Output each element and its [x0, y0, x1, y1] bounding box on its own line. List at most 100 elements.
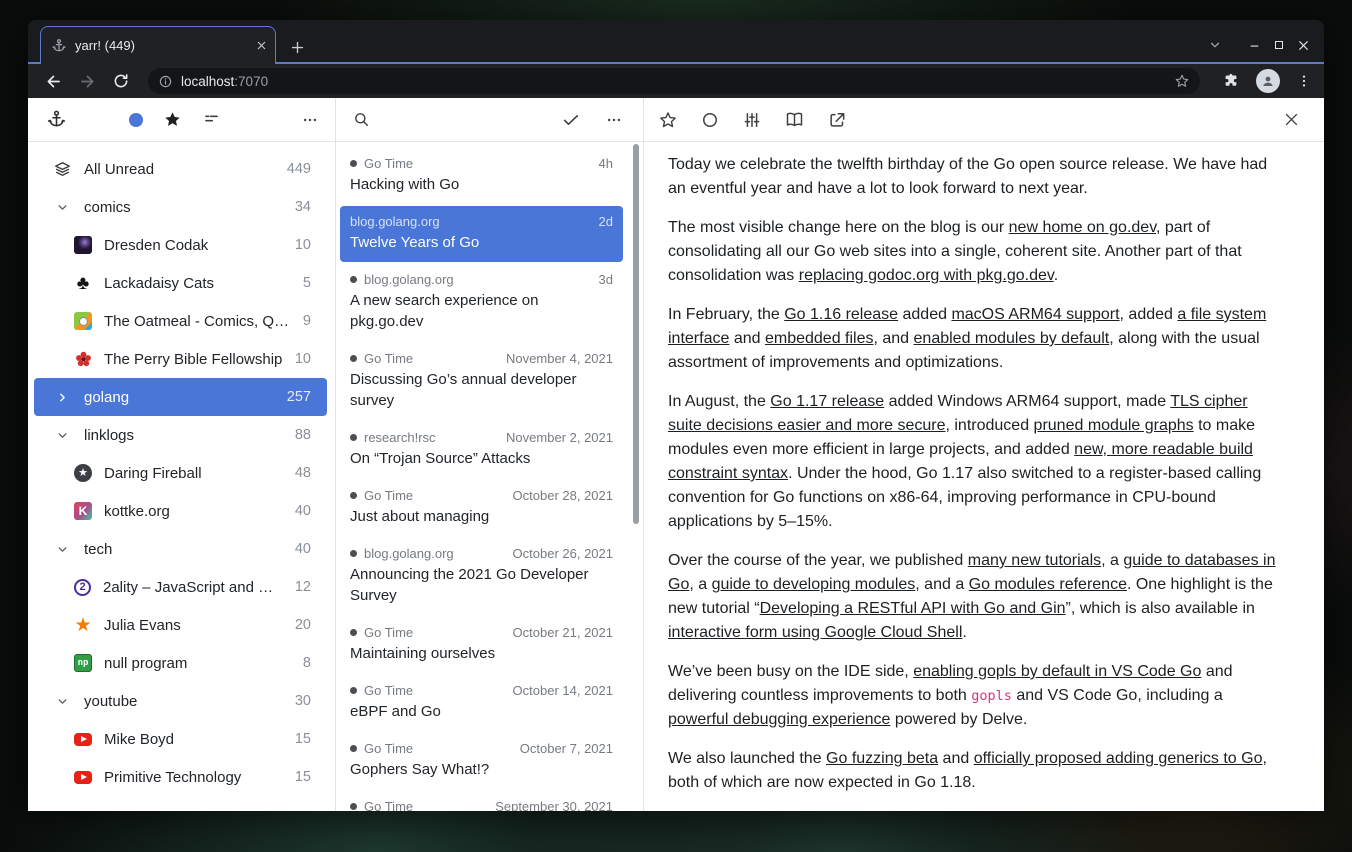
window-close-button[interactable] [1297, 39, 1310, 52]
new-tab-button[interactable] [290, 40, 305, 55]
article-list-item-just-about-managing[interactable]: Go TimeOctober 28, 2021Just about managi… [340, 480, 623, 536]
article-list-column: Go Time4hHacking with Goblog.golang.org2… [336, 98, 644, 811]
article-meta: Go TimeNovember 4, 2021 [350, 351, 613, 366]
article-paragraph: In February, the Go 1.16 release added m… [668, 303, 1278, 375]
article-list-item-twelve-years-of-go[interactable]: blog.golang.org2dTwelve Years of Go [340, 206, 623, 262]
article-list-item-a-new-search-experience-on-pkg-go-dev[interactable]: blog.golang.org3dA new search experience… [340, 264, 623, 341]
article-meta: Go Time4h [350, 156, 613, 171]
article-link[interactable]: replacing godoc.org with pkg.go.dev [799, 267, 1054, 284]
list-menu-icon[interactable] [605, 111, 623, 129]
tab-close-icon[interactable] [256, 40, 267, 51]
sidebar-item-the-perry-bible-fellowship[interactable]: The Perry Bible Fellowship 10 [34, 340, 327, 378]
sidebar-item-golang[interactable]: golang257 [34, 378, 327, 416]
unread-count: 20 [295, 617, 311, 633]
feed-label: kottke.org [104, 503, 285, 520]
article-link[interactable]: Go modules reference [969, 576, 1127, 593]
window-minimize-button[interactable] [1248, 39, 1261, 52]
article-link[interactable]: Go 1.16 release [784, 306, 898, 323]
tab-search-chevron-icon[interactable] [1208, 38, 1222, 52]
sidebar-item-the-oatmeal-comics-quizze[interactable]: The Oatmeal - Comics, Quizze...9 [34, 302, 327, 340]
close-article-icon[interactable] [1283, 111, 1300, 128]
article-link[interactable]: embedded files [765, 330, 874, 347]
unread-count: 88 [295, 427, 311, 443]
article-list-item-on-trojan-source-attacks[interactable]: research!rscNovember 2, 2021On “Trojan S… [340, 422, 623, 478]
article-feed-name: research!rsc [364, 430, 494, 445]
article-list-item-announcing-the-2021-go-developer-survey[interactable]: blog.golang.orgOctober 26, 2021Announcin… [340, 538, 623, 615]
article-link[interactable]: Developing a RESTful API with Go and Gin [760, 600, 1066, 617]
article-list-item-ebpf-and-go[interactable]: Go TimeOctober 14, 2021eBPF and Go [340, 675, 623, 731]
site-info-icon[interactable] [158, 74, 173, 89]
unread-dot [350, 492, 357, 499]
article-text: , introduced [945, 417, 1033, 434]
browser-tab[interactable]: yarr! (449) [40, 26, 276, 64]
unread-dot [350, 434, 357, 441]
favorite-star-icon[interactable] [658, 110, 678, 130]
profile-avatar[interactable] [1256, 69, 1280, 93]
sidebar-item-daring-fireball[interactable]: ★Daring Fireball48 [34, 454, 327, 492]
article-link[interactable]: new home on go.dev [1009, 219, 1156, 236]
article-link[interactable]: enabling gopls by default in VS Code Go [913, 663, 1201, 680]
sidebar-item-julia-evans[interactable]: ★Julia Evans20 [34, 606, 327, 644]
article-link[interactable]: interactive form using Google Cloud Shel… [668, 624, 962, 641]
display-settings-sliders-icon[interactable] [742, 110, 762, 130]
sidebar-item-mike-boyd[interactable]: Mike Boyd15 [34, 720, 327, 758]
sidebar-item-lackadaisy-cats[interactable]: ♣Lackadaisy Cats5 [34, 264, 327, 302]
article-text: We also launched the [668, 750, 826, 767]
sidebar-item-kottke-org[interactable]: Kkottke.org40 [34, 492, 327, 530]
article-link[interactable]: officially proposed adding generics to G… [974, 750, 1263, 767]
bookmark-star-icon[interactable] [1174, 73, 1190, 89]
mark-all-read-check-icon[interactable] [561, 110, 581, 130]
youtube-play-favicon [74, 733, 92, 746]
search-icon[interactable] [352, 110, 371, 129]
article-date: October 26, 2021 [513, 546, 613, 561]
chevron-right-icon[interactable] [52, 391, 72, 404]
open-external-link-icon[interactable] [827, 110, 847, 130]
2ality-circled-2-favicon: 2 [74, 579, 91, 596]
article-link[interactable]: macOS ARM64 support [951, 306, 1119, 323]
article-link[interactable]: Go 1.17 release [770, 393, 884, 410]
filter-all-items-icon[interactable] [202, 110, 221, 129]
article-list-item-maintaining-ourselves[interactable]: Go TimeOctober 21, 2021Maintaining ourse… [340, 617, 623, 673]
sidebar-item-linklogs[interactable]: linklogs88 [34, 416, 327, 454]
reload-button[interactable] [106, 67, 136, 95]
sidebar-menu-icon[interactable] [301, 111, 319, 129]
chevron-down-icon[interactable] [52, 695, 72, 708]
address-bar[interactable]: localhost:7070 [148, 68, 1200, 94]
article-link[interactable]: Go fuzzing beta [826, 750, 938, 767]
sidebar-item-youtube[interactable]: youtube30 [34, 682, 327, 720]
sidebar-item-comics[interactable]: comics34 [34, 188, 327, 226]
article-text: . [1054, 267, 1058, 284]
browser-toolbar: localhost:7070 [28, 64, 1324, 98]
forward-button[interactable] [72, 67, 102, 95]
chevron-down-icon[interactable] [52, 543, 72, 556]
browser-menu-kebab-icon[interactable] [1296, 73, 1312, 89]
feed-label: The Perry Bible Fellowship [104, 351, 285, 368]
article-link[interactable]: enabled modules by default [914, 330, 1110, 347]
article-link[interactable]: powerful debugging experience [668, 711, 890, 728]
reader-view-book-icon[interactable] [784, 109, 805, 130]
article-link[interactable]: pruned module graphs [1034, 417, 1194, 434]
unread-count: 10 [295, 351, 311, 367]
article-list-item-gophers-say-what[interactable]: Go TimeOctober 7, 2021Gophers Say What!? [340, 733, 623, 789]
sidebar-item-dresden-codak[interactable]: Dresden Codak10 [34, 226, 327, 264]
chevron-down-icon[interactable] [52, 429, 72, 442]
extensions-puzzle-icon[interactable] [1222, 72, 1240, 90]
article-link[interactable]: many new tutorials [968, 552, 1101, 569]
filter-unread-icon[interactable] [129, 113, 143, 127]
article-list-item-go-on-hardware-tinygo-in-the-wild[interactable]: Go TimeSeptember 30, 2021Go on hardware:… [340, 791, 623, 811]
sidebar-item-2ality-javascript-and-more[interactable]: 22ality – JavaScript and more12 [34, 568, 327, 606]
list-scrollbar[interactable] [633, 144, 639, 524]
window-maximize-button[interactable] [1273, 39, 1285, 51]
filter-starred-icon[interactable] [163, 110, 182, 129]
chevron-down-icon[interactable] [52, 201, 72, 214]
sidebar-item-all-unread[interactable]: All Unread449 [34, 150, 327, 188]
article-list-item-hacking-with-go[interactable]: Go Time4hHacking with Go [340, 148, 623, 204]
sidebar-item-primitive-technology[interactable]: Primitive Technology15 [34, 758, 327, 796]
sidebar-item-tech[interactable]: tech40 [34, 530, 327, 568]
article-content-column: Today we celebrate the twelfth birthday … [644, 98, 1324, 811]
back-button[interactable] [38, 67, 68, 95]
mark-unread-circle-icon[interactable] [700, 110, 720, 130]
article-list-item-discussing-go-s-annual-developer-survey[interactable]: Go TimeNovember 4, 2021Discussing Go’s a… [340, 343, 623, 420]
sidebar-item-null-program[interactable]: npnull program8 [34, 644, 327, 682]
article-link[interactable]: guide to developing modules [712, 576, 916, 593]
